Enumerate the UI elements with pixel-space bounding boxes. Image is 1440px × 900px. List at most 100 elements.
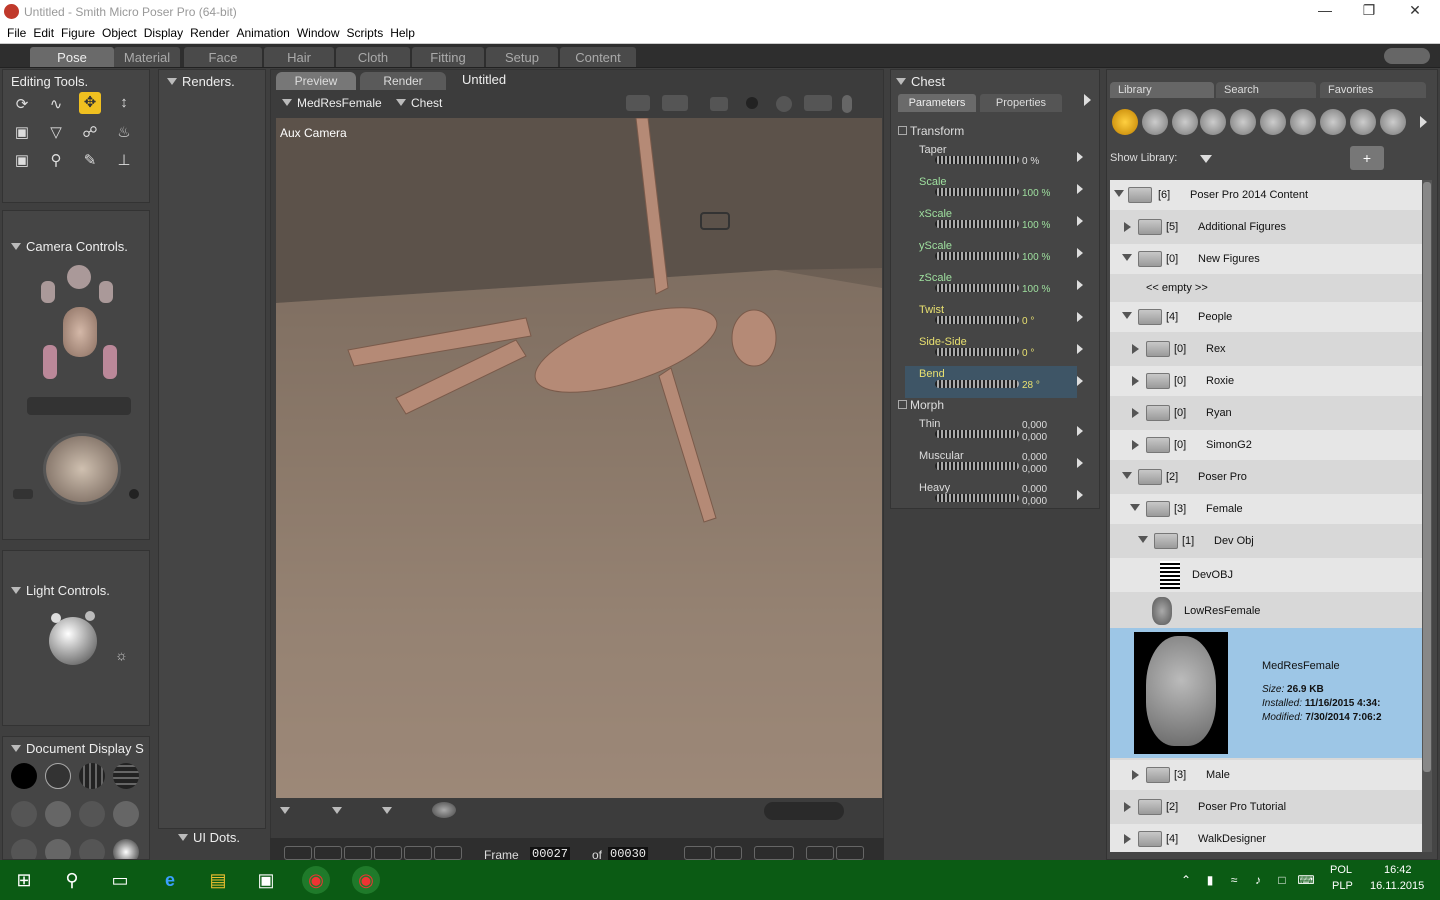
props-category-icon[interactable]: [1260, 109, 1286, 135]
start-icon[interactable]: ⊞: [10, 866, 38, 894]
room-tab-face[interactable]: Face: [184, 47, 262, 67]
room-tab-hair[interactable]: Hair: [264, 47, 334, 67]
smooth-lined-style-icon[interactable]: [79, 839, 105, 859]
param-scale[interactable]: Scale 100 %: [905, 174, 1083, 206]
param-taper-value[interactable]: 0 %: [1022, 156, 1039, 167]
param-heavy-value-2[interactable]: 0,000: [1022, 496, 1047, 507]
param-yscale-dial[interactable]: [935, 252, 1019, 260]
camera-right-hand-icon[interactable]: [99, 281, 113, 303]
tree-item-new-figures[interactable]: [0] New Figures: [1110, 244, 1422, 274]
tab-preview[interactable]: Preview: [276, 72, 356, 90]
param-thin-value-2[interactable]: 0,000: [1022, 432, 1047, 443]
camera-select-icon[interactable]: [626, 95, 650, 111]
library-scrollbar[interactable]: [1422, 180, 1432, 852]
camera-pan-left-hand-icon[interactable]: [43, 345, 57, 379]
next-key-button[interactable]: [714, 846, 742, 860]
collapse-icon[interactable]: [167, 78, 177, 85]
display-style-icon[interactable]: [746, 97, 758, 109]
param-taper-dial[interactable]: [935, 156, 1019, 164]
outline-style-icon[interactable]: [45, 763, 71, 789]
flat-shaded-style-icon[interactable]: [45, 801, 71, 827]
transform-group[interactable]: Transform: [898, 124, 964, 138]
tab-properties[interactable]: Properties: [980, 94, 1062, 112]
expand-icon[interactable]: [1138, 536, 1148, 543]
background-color-balls[interactable]: [764, 802, 844, 820]
3d-viewport[interactable]: Aux Camera: [276, 118, 882, 798]
cartoon-style-icon[interactable]: [113, 801, 139, 827]
expressions-category-icon[interactable]: [1172, 109, 1198, 135]
tab-library[interactable]: Library: [1110, 82, 1214, 98]
show-library-dropdown-icon[interactable]: [1200, 155, 1212, 163]
param-menu-arrow-icon[interactable]: [1077, 312, 1083, 322]
expand-icon[interactable]: [1132, 344, 1139, 354]
scale-tool-icon[interactable]: ▣: [11, 122, 33, 144]
tree-item-female[interactable]: [3] Female: [1110, 494, 1422, 524]
light-sphere-icon[interactable]: [49, 617, 97, 665]
chain-break-tool-icon[interactable]: ☍: [79, 122, 101, 144]
tree-item-walkdesigner[interactable]: [4] WalkDesigner: [1110, 824, 1422, 852]
param-thin-dial[interactable]: [935, 430, 1019, 438]
expand-icon[interactable]: [1122, 312, 1132, 319]
add-library-button[interactable]: +: [1350, 146, 1384, 170]
param-heavy[interactable]: Heavy 0,000 0,000: [905, 480, 1083, 512]
expand-icon[interactable]: [1132, 440, 1139, 450]
minimize-button[interactable]: —: [1310, 2, 1340, 22]
add-keyframe-button[interactable]: [806, 846, 834, 860]
param-xscale-value[interactable]: 100 %: [1022, 220, 1050, 231]
menu-edit[interactable]: Edit: [26, 24, 54, 40]
edit-keyframes-button[interactable]: [754, 846, 794, 860]
tab-search[interactable]: Search: [1216, 82, 1316, 98]
hidden-line-style-icon[interactable]: [113, 763, 139, 789]
ground-shadow-toggle[interactable]: [280, 804, 310, 818]
param-heavy-dial[interactable]: [935, 494, 1019, 502]
scenes-category-icon[interactable]: [1380, 109, 1406, 135]
close-button[interactable]: ✕: [1400, 2, 1430, 22]
total-frames-field[interactable]: 00030: [608, 847, 649, 861]
expand-icon[interactable]: [1132, 376, 1139, 386]
view-rotate-icon[interactable]: [776, 96, 792, 112]
camera-trackball-icon[interactable]: [43, 433, 121, 505]
shadow-display-toggle[interactable]: [382, 804, 412, 818]
camera-left-hand-icon[interactable]: [41, 281, 55, 303]
collapse-icon[interactable]: [11, 587, 21, 594]
next-frame-button[interactable]: [434, 846, 462, 860]
more-categories-icon[interactable]: [1420, 116, 1427, 128]
grouping-tool-icon[interactable]: ▣: [11, 150, 33, 172]
collapse-icon[interactable]: [178, 834, 188, 841]
twist-tool-icon[interactable]: ∿: [45, 94, 67, 116]
rotate-tool-icon[interactable]: ⟳: [11, 94, 33, 116]
tree-item-lowresfemale[interactable]: LowResFemale: [1110, 594, 1422, 628]
move-view-icon[interactable]: [804, 95, 832, 111]
param-zscale-value[interactable]: 100 %: [1022, 284, 1050, 295]
param-bend-value[interactable]: 28 °: [1022, 380, 1040, 391]
first-frame-button[interactable]: [284, 846, 312, 860]
direct-manipulation-icon[interactable]: ⊥: [113, 150, 135, 172]
clock-date[interactable]: 16.11.2015: [1370, 880, 1424, 892]
tree-item-poser-pro-2014-content[interactable]: [6] Poser Pro 2014 Content: [1110, 180, 1422, 210]
param-taper[interactable]: Taper 0 %: [905, 142, 1083, 174]
wireframe-style-icon[interactable]: [79, 763, 105, 789]
hair-category-icon[interactable]: [1230, 109, 1256, 135]
expand-icon[interactable]: [1124, 802, 1131, 812]
param-thin-value[interactable]: 0,000: [1022, 420, 1047, 431]
light-select-icon[interactable]: [710, 97, 728, 111]
tree-item-poser-pro[interactable]: [2] Poser Pro: [1110, 462, 1422, 492]
room-tab-setup[interactable]: Setup: [486, 47, 558, 67]
hands-category-icon[interactable]: [1200, 109, 1226, 135]
light-handle-1-icon[interactable]: [51, 613, 61, 623]
param-menu-arrow-icon[interactable]: [1077, 216, 1083, 226]
poser-taskbar-icon-2[interactable]: ◉: [352, 866, 380, 894]
param-thin[interactable]: Thin 0,000 0,000: [905, 416, 1083, 448]
morph-group[interactable]: Morph: [898, 398, 944, 412]
tree-item-male[interactable]: [3] Male: [1110, 760, 1422, 790]
edge-browser-icon[interactable]: e: [156, 866, 184, 894]
stop-button[interactable]: [344, 846, 372, 860]
morphing-tool-icon[interactable]: ✎: [79, 150, 101, 172]
param-side-side-dial[interactable]: [935, 348, 1019, 356]
translate-in-out-tool-icon[interactable]: ↕: [113, 92, 135, 114]
param-zscale-dial[interactable]: [935, 284, 1019, 292]
tree-item-medresfemale-selected[interactable]: MedResFemale Size: 26.9 KB Installed: 11…: [1110, 628, 1422, 758]
translate-tool-icon[interactable]: ✥: [79, 92, 101, 114]
texture-shaded-style-icon[interactable]: [113, 839, 139, 859]
window-options-icon[interactable]: [1384, 48, 1430, 64]
